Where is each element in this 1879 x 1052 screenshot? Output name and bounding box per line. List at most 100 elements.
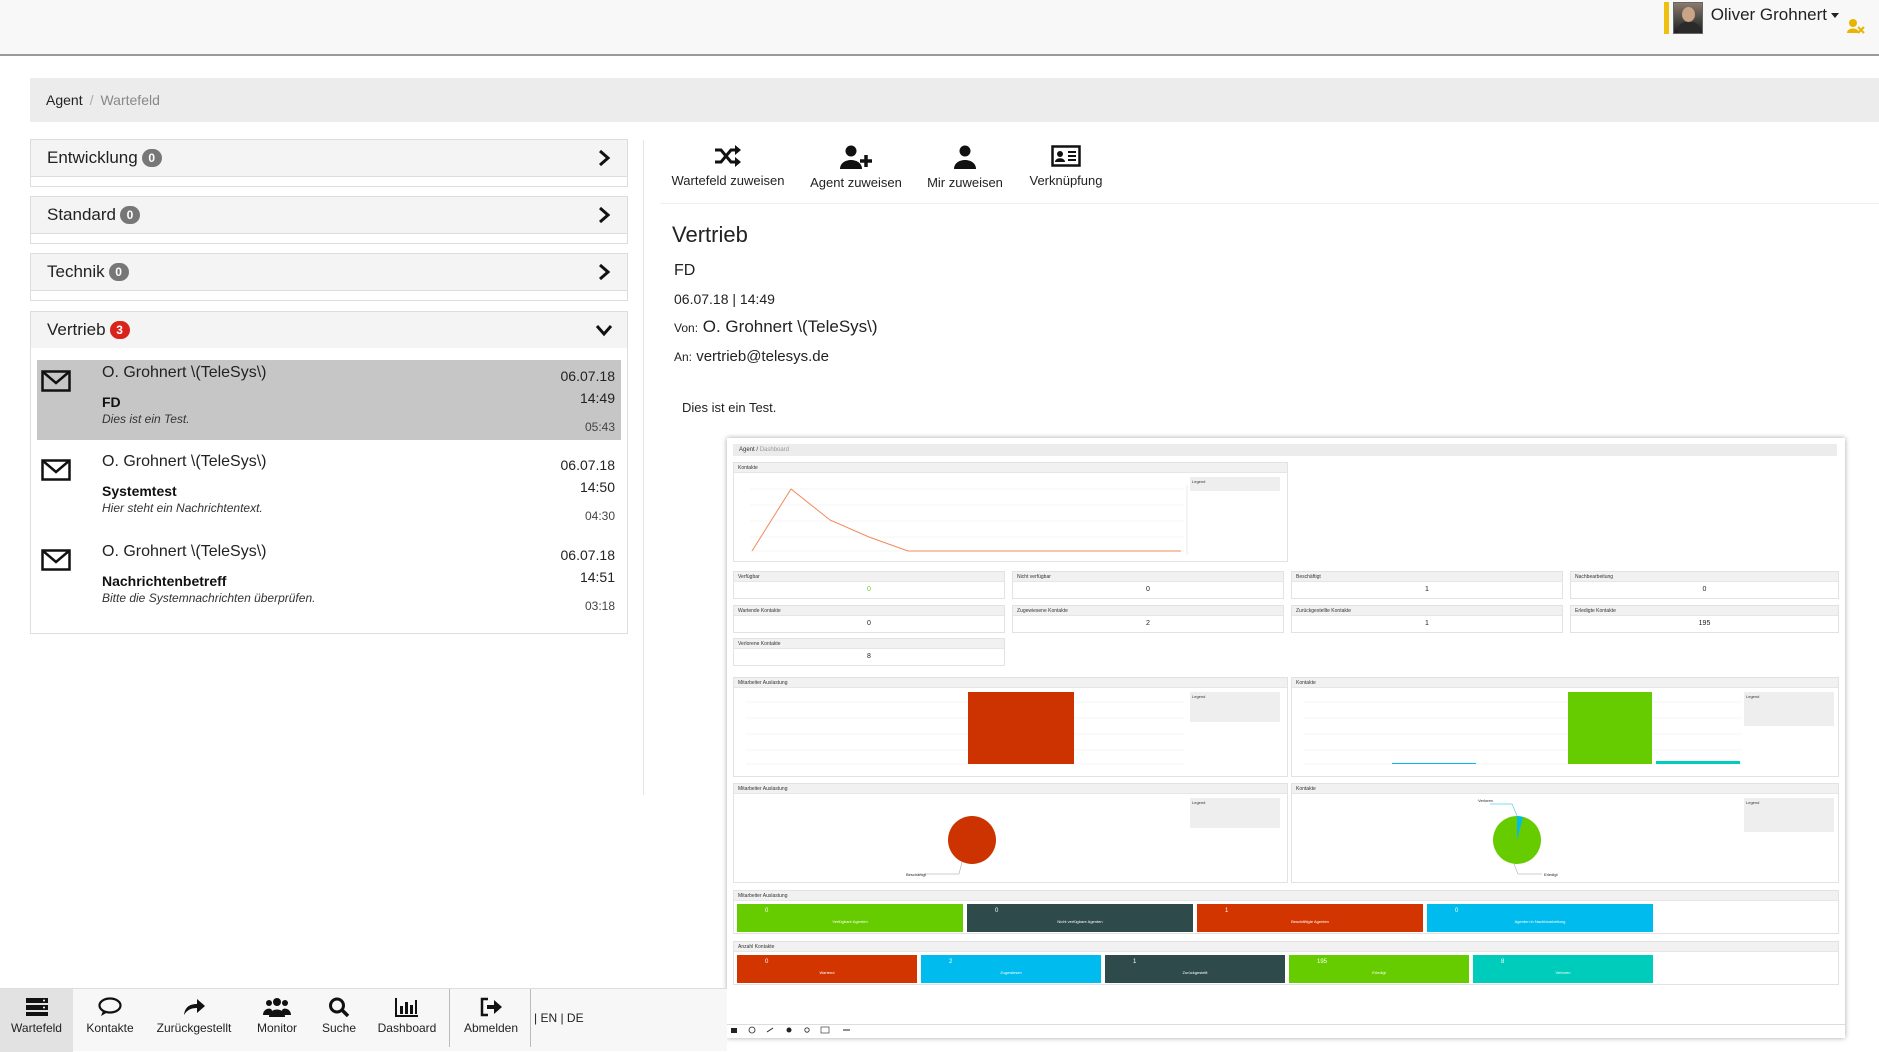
- embedded-tile: 1 Zurückgestellt: [1105, 955, 1285, 983]
- nav-label: Monitor: [256, 1021, 297, 1035]
- nav-abmelden[interactable]: Abmelden: [455, 989, 527, 1052]
- embedded-stat-card: Nachbearbeitung 0: [1570, 571, 1839, 599]
- embedded-stat-label: Zugewiesene Kontakte: [1013, 606, 1283, 616]
- envelope-icon: [41, 459, 71, 481]
- assign-agent-label: Agent zuweisen: [810, 175, 902, 190]
- user-menu[interactable]: Oliver Grohnert: [1663, 2, 1839, 38]
- search-icon: [329, 997, 350, 1017]
- nav-label: Suche: [321, 1021, 357, 1035]
- users-icon: [263, 998, 291, 1017]
- embedded-stat-card: Wartende Kontakte 0: [733, 605, 1005, 633]
- assign-queue-label: Wartefeld zuweisen: [671, 173, 785, 188]
- embedded-tile: 0 Agenten in Nachbearbeitung: [1427, 904, 1653, 932]
- envelope-icon: [41, 549, 71, 571]
- embedded-stat-value: 0: [1146, 586, 1150, 593]
- detail-subject: FD: [674, 262, 696, 279]
- message-duration: 03:18: [584, 599, 615, 613]
- message-date: 06.07.18: [560, 457, 616, 473]
- share-arrow-icon: [184, 999, 205, 1015]
- nav-kontakte[interactable]: Kontakte: [76, 989, 144, 1052]
- assign-me-label: Mir zuweisen: [927, 175, 1003, 190]
- embedded-nav-bar: [727, 1024, 1845, 1038]
- queue-standard[interactable]: Standard 0: [30, 196, 628, 234]
- user-name[interactable]: Oliver Grohnert: [1711, 4, 1839, 26]
- embedded-legend: Legend: [1744, 798, 1834, 832]
- message-subject: FD: [102, 394, 121, 410]
- list-item[interactable]: O. Grohnert \(TeleSys\) 06.07.18 14:50 Sy…: [37, 449, 621, 529]
- queue-vertrieb[interactable]: Vertrieb 3: [30, 311, 628, 349]
- breadcrumb-agent[interactable]: Agent: [46, 92, 83, 108]
- user-status-bar: [1663, 2, 1669, 34]
- embedded-stat-label: Nachbearbeitung: [1571, 572, 1838, 582]
- pane-divider: [643, 140, 644, 795]
- embedded-card-title: Kontakte: [734, 463, 1287, 473]
- tile-value: 195: [1317, 959, 1328, 965]
- nav-label: Zurückgestellt: [156, 1021, 232, 1035]
- queue-panel-body: [30, 177, 628, 187]
- nav-label: Kontakte: [86, 1021, 134, 1035]
- nav-dashboard[interactable]: Dashboard: [374, 989, 440, 1052]
- nav-suche[interactable]: Suche: [314, 989, 364, 1052]
- embedded-breadcrumb-current: Dashboard: [759, 447, 790, 453]
- nav-monitor[interactable]: Monitor: [248, 989, 306, 1052]
- embedded-tile: 0 Nicht verfügbare Agenten: [967, 904, 1193, 932]
- embedded-tile: 0 Wartend: [737, 955, 917, 983]
- nav-zurueckgestellt[interactable]: Zurückgestellt: [152, 989, 236, 1052]
- message-sender: O. Grohnert \(TeleSys\): [102, 543, 267, 560]
- detail-datetime: 06.07.18 | 14:49: [674, 291, 775, 307]
- embedded-pie-chart-right: Kontakte Verloren Erledigt Legend: [1291, 783, 1839, 883]
- embedded-tile: 2 Zugewiesen: [921, 955, 1101, 983]
- user-settings-icon[interactable]: [1847, 18, 1865, 34]
- queue-label: Vertrieb: [47, 320, 106, 339]
- message-time: 14:51: [579, 569, 615, 585]
- embedded-stat-value: 2: [1146, 620, 1150, 627]
- detail-from: Von: O. Grohnert \(TeleSys\): [674, 317, 878, 337]
- chevron-down-icon: [595, 325, 613, 337]
- from-value: O. Grohnert \(TeleSys\): [702, 317, 878, 336]
- queue-entwicklung[interactable]: Entwicklung 0: [30, 139, 628, 177]
- pie-slice-label: Verloren: [1478, 798, 1493, 803]
- link-button[interactable]: Verknüpfung: [1024, 145, 1108, 188]
- assign-queue-button[interactable]: Wartefeld zuweisen: [671, 145, 785, 188]
- chevron-right-icon: [599, 149, 611, 167]
- nav-label: Abmelden: [463, 1021, 519, 1035]
- list-item[interactable]: O. Grohnert \(TeleSys\) 06.07.18 14:51 Na…: [37, 539, 621, 619]
- embedded-tile: 0 Verfügbare Agenten: [737, 904, 963, 932]
- embedded-stat-value: 0: [867, 620, 871, 627]
- embedded-pie-chart-left: Mitarbeiter Auslastung Beschäftigt Legen…: [733, 783, 1288, 883]
- to-value: vertrieb@telesys.de: [696, 348, 829, 365]
- tile-label: Erledigt: [1372, 970, 1386, 975]
- user-icon: [954, 145, 976, 169]
- embedded-breadcrumb: Agent / Dashboard: [733, 444, 1837, 456]
- nav-label: Dashboard: [377, 1021, 437, 1035]
- message-duration: 04:30: [584, 509, 615, 523]
- message-preview: Hier steht ein Nachrichtentext.: [102, 501, 263, 515]
- embedded-bar-chart-left: Mitarbeiter Auslastung Legend: [733, 677, 1288, 777]
- pie-slice-label: Beschäftigt: [906, 872, 926, 877]
- assign-agent-button[interactable]: Agent zuweisen: [806, 145, 906, 190]
- nav-wartefeld[interactable]: Wartefeld: [0, 989, 73, 1052]
- embedded-dashboard-image: Agent / Dashboard Kontakte Legend Verfüg…: [727, 438, 1845, 1038]
- embedded-tile: 195 Erledigt: [1289, 955, 1469, 983]
- language-switcher[interactable]: | EN | DE: [534, 1011, 584, 1025]
- embedded-legend: Legend: [1190, 798, 1280, 828]
- queue-label: Entwicklung: [47, 148, 138, 167]
- tile-label: Zurückgestellt: [1182, 970, 1208, 975]
- embedded-stat-card: Nicht verfügbar 0: [1012, 571, 1284, 599]
- queue-label: Standard: [47, 205, 116, 224]
- queue-label: Technik: [47, 262, 105, 281]
- list-item[interactable]: O. Grohnert \(TeleSys\) 06.07.18 14:49 FD…: [37, 360, 621, 440]
- tile-value: 1: [1133, 959, 1137, 965]
- tile-label: Zugewiesen: [1000, 970, 1022, 975]
- embedded-stat-card: Verlorene Kontakte 8: [733, 638, 1005, 666]
- embedded-stat-value: 0: [1702, 586, 1707, 593]
- embedded-stat-card: Zugewiesene Kontakte 2: [1012, 605, 1284, 633]
- queue-count-badge: 0: [141, 149, 162, 167]
- queue-technik[interactable]: Technik 0: [30, 253, 628, 291]
- speech-bubble-icon: [98, 997, 122, 1016]
- embedded-stat-card: Erledigte Kontakte 195: [1570, 605, 1839, 633]
- embedded-card-title: Mitarbeiter Auslastung: [734, 678, 1287, 688]
- assign-me-button[interactable]: Mir zuweisen: [923, 145, 1007, 190]
- message-datetime: 06.07.18 14:49: [561, 365, 616, 409]
- embedded-stat-value: 195: [1698, 620, 1711, 627]
